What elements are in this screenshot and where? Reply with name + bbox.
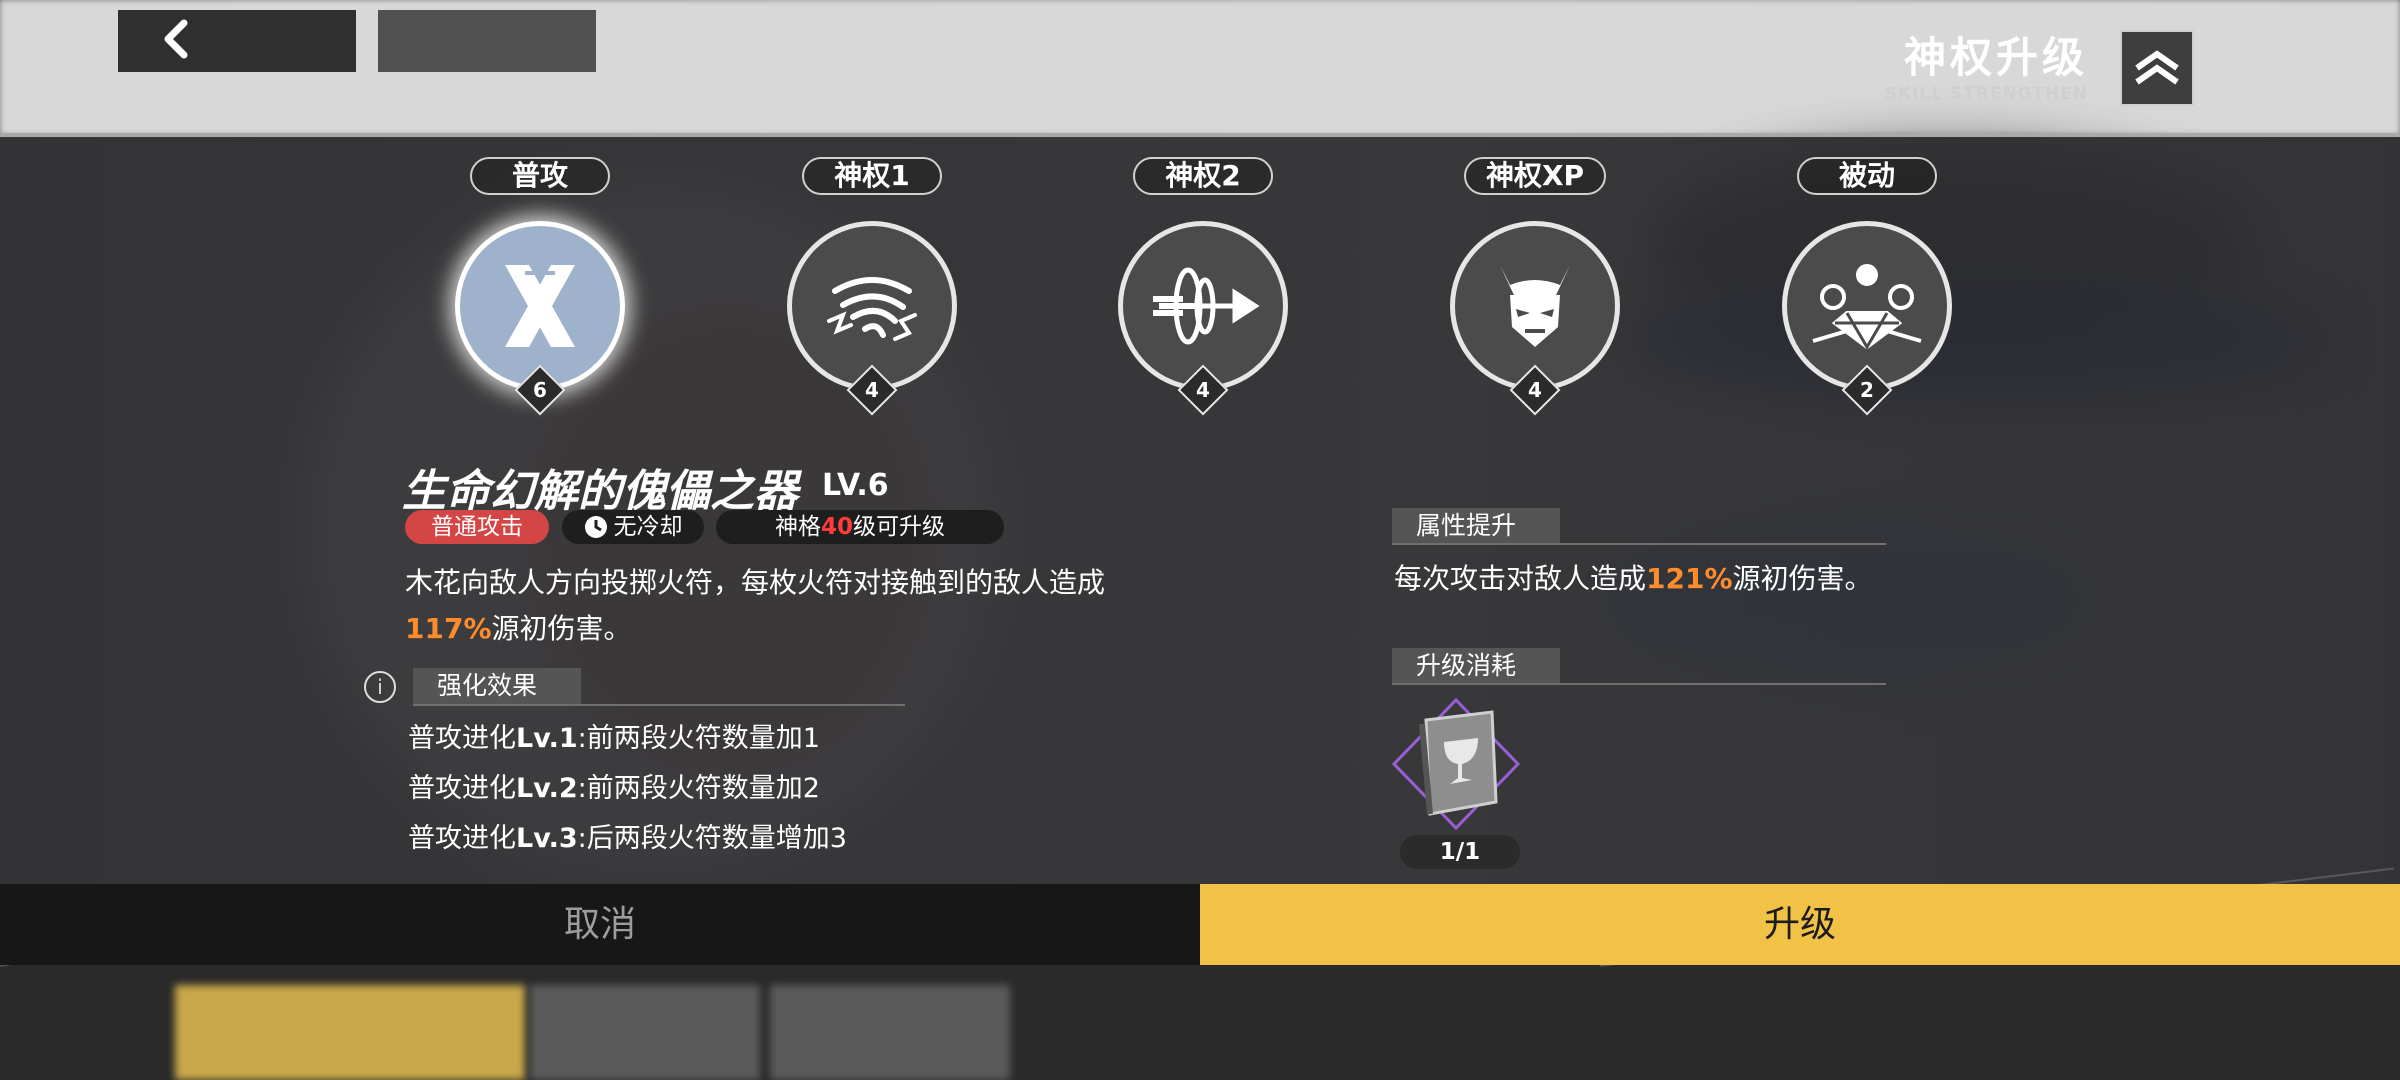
home-button[interactable] (378, 10, 596, 72)
skill-tab-label: 被动 (1797, 157, 1937, 195)
skill-tab-label: 神权2 (1133, 157, 1273, 195)
skill-level-text: LV.6 (822, 468, 889, 503)
attribute-description: 每次攻击对敌人造成121%源初伤害。 (1394, 562, 1873, 595)
upgrade-button[interactable]: 升级 (1200, 884, 2400, 965)
skill-type-tag: 普通攻击 (405, 510, 549, 544)
skill-tab-normal-attack[interactable]: 普攻 6 (450, 157, 630, 416)
chevron-left-icon (160, 19, 190, 63)
clock-icon (584, 516, 607, 538)
evolution-item: 普攻进化Lv.1:前两段火符数量加1 (408, 723, 820, 754)
header-divider (2197, 28, 2200, 106)
chalice-book-icon (1391, 697, 1521, 831)
skill-tab-divine-1[interactable]: 神权1 4 (782, 157, 962, 416)
divider (1392, 543, 1886, 545)
divider (413, 704, 905, 706)
panel-top-border (0, 133, 2400, 137)
upgrade-material-item[interactable] (1391, 697, 1521, 831)
skill-tab-passive[interactable]: 被动 2 (1777, 157, 1957, 416)
crossed-blades-icon: 6 (455, 221, 625, 416)
chevron-up-double-icon (2120, 30, 2194, 106)
page-title: 神权升级 (1903, 33, 2088, 82)
back-button[interactable] (118, 10, 356, 72)
evolution-item: 普攻进化Lv.3:后两段火符数量增加3 (408, 823, 847, 854)
diamond-orbs-icon: 2 (1782, 221, 1952, 416)
enhance-section-title: 强化效果 (413, 668, 581, 704)
skill-tab-label: 神权XP (1463, 157, 1607, 195)
evolution-item: 普攻进化Lv.2:前两段火符数量加2 (408, 773, 820, 804)
skill-tab-divine-xp[interactable]: 神权XP 4 (1445, 157, 1625, 416)
cost-section-title: 升级消耗 (1392, 648, 1560, 684)
demon-mask-icon: 4 (1450, 221, 1620, 416)
skill-tab-label: 神权1 (802, 157, 942, 195)
info-icon[interactable]: i (364, 671, 396, 703)
tornado-icon: 4 (787, 221, 957, 416)
material-count: 1/1 (1400, 835, 1520, 869)
cancel-button[interactable]: 取消 (0, 884, 1200, 965)
skill-tab-divine-2[interactable]: 神权2 4 (1113, 157, 1293, 416)
page-subtitle: SKILL STRENGTHEN (1884, 84, 2088, 104)
arrow-dash-icon: 4 (1118, 221, 1288, 416)
skill-description: 木花向敌人方向投掷火符，每枚火符对接触到的敌人造成 117%源初伤害。 (405, 566, 1106, 645)
attribute-section-title: 属性提升 (1392, 508, 1560, 544)
cooldown-tag: 无冷却 (562, 510, 704, 544)
skill-tab-label: 普攻 (470, 157, 610, 195)
divider (1392, 683, 1886, 685)
unlock-requirement-tag: 神格40级可升级 (716, 510, 1004, 544)
